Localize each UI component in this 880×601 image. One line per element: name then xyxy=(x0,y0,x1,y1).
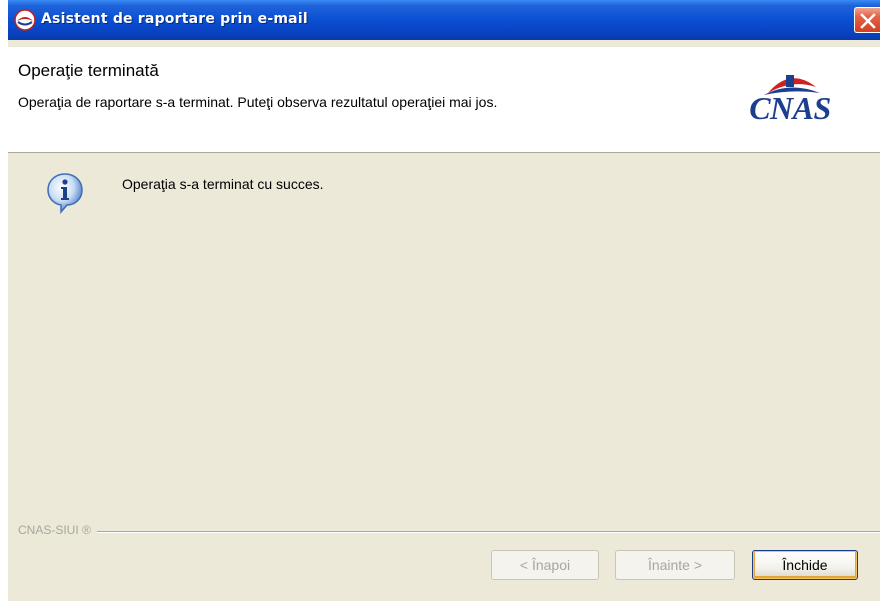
close-icon xyxy=(860,13,876,29)
footer-divider xyxy=(18,531,880,533)
wizard-dialog: Asistent de raportare prin e-mail Operaţ… xyxy=(8,0,880,601)
title-bar[interactable]: Asistent de raportare prin e-mail xyxy=(8,0,880,40)
wizard-header: Operaţie terminată Operaţia de raportare… xyxy=(8,47,880,153)
brand-label: CNAS-SIUI ® xyxy=(18,523,97,537)
info-icon xyxy=(47,173,83,214)
back-button[interactable]: < Înapoi xyxy=(491,550,599,580)
page-subtitle: Operaţia de raportare s-a terminat. Pute… xyxy=(18,94,498,110)
logo-text: CNAS xyxy=(749,90,831,126)
close-dialog-button[interactable]: Închide xyxy=(752,550,858,580)
next-button[interactable]: Înainte > xyxy=(615,550,735,580)
cnas-app-icon xyxy=(14,9,36,31)
result-message: Operaţia s-a terminat cu succes. xyxy=(122,176,324,192)
window-title: Asistent de raportare prin e-mail xyxy=(41,11,308,27)
close-button[interactable] xyxy=(854,7,880,33)
page-title: Operaţie terminată xyxy=(18,61,159,80)
cnas-logo: CNAS xyxy=(720,65,860,135)
